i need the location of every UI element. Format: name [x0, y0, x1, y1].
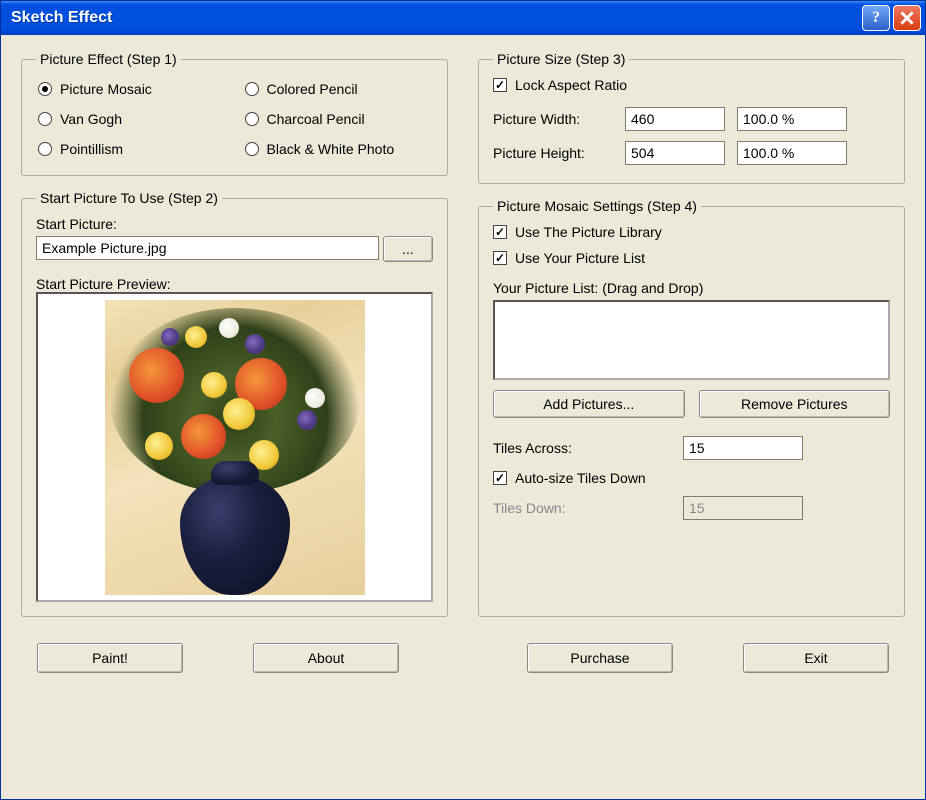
checkbox-icon [493, 471, 507, 485]
preview-box [36, 292, 433, 602]
right-button-group: Purchase Exit [527, 643, 889, 673]
effect-radio-grid: Picture Mosaic Colored Pencil Van Gogh C… [36, 77, 433, 161]
left-column: Picture Effect (Step 1) Picture Mosaic C… [21, 51, 448, 631]
use-library-checkbox[interactable]: Use The Picture Library [493, 224, 890, 240]
auto-size-checkbox[interactable]: Auto-size Tiles Down [493, 470, 890, 486]
radio-colored-pencil[interactable]: Colored Pencil [245, 81, 432, 97]
radio-label: Black & White Photo [267, 141, 395, 157]
radio-label: Charcoal Pencil [267, 111, 365, 127]
lock-aspect-checkbox[interactable]: Lock Aspect Ratio [493, 77, 890, 93]
add-pictures-button[interactable]: Add Pictures... [493, 390, 685, 418]
width-row: Picture Width: [493, 107, 890, 131]
preview-image [105, 300, 365, 595]
tiles-down-input [683, 496, 803, 520]
checkbox-label: Auto-size Tiles Down [515, 470, 646, 486]
height-label: Picture Height: [493, 145, 613, 161]
title-buttons: ? [862, 5, 921, 31]
browse-button[interactable]: ... [383, 236, 433, 262]
close-button[interactable] [893, 5, 921, 31]
purchase-button[interactable]: Purchase [527, 643, 673, 673]
use-your-list-checkbox[interactable]: Use Your Picture List [493, 250, 890, 266]
radio-label: Picture Mosaic [60, 81, 152, 97]
tiles-across-label: Tiles Across: [493, 440, 663, 456]
radio-icon [38, 112, 52, 126]
window-title: Sketch Effect [11, 9, 862, 27]
tiles-across-input[interactable] [683, 436, 803, 460]
remove-pictures-button[interactable]: Remove Pictures [699, 390, 891, 418]
bottom-button-row: Paint! About Purchase Exit [1, 643, 925, 687]
radio-charcoal-pencil[interactable]: Charcoal Pencil [245, 111, 432, 127]
mosaic-settings-group: Picture Mosaic Settings (Step 4) Use The… [478, 198, 905, 617]
checkbox-icon [493, 225, 507, 239]
picture-effect-group: Picture Effect (Step 1) Picture Mosaic C… [21, 51, 448, 176]
radio-picture-mosaic[interactable]: Picture Mosaic [38, 81, 225, 97]
tiles-down-row: Tiles Down: [493, 496, 890, 520]
file-row: ... [36, 236, 433, 262]
about-button[interactable]: About [253, 643, 399, 673]
step4-legend: Picture Mosaic Settings (Step 4) [493, 198, 701, 214]
width-label: Picture Width: [493, 111, 613, 127]
radio-icon [245, 82, 259, 96]
help-button[interactable]: ? [862, 5, 890, 31]
width-input[interactable] [625, 107, 725, 131]
right-column: Picture Size (Step 3) Lock Aspect Ratio … [478, 51, 905, 631]
height-pct-input[interactable] [737, 141, 847, 165]
radio-icon [245, 112, 259, 126]
width-pct-input[interactable] [737, 107, 847, 131]
step2-legend: Start Picture To Use (Step 2) [36, 190, 222, 206]
radio-pointillism[interactable]: Pointillism [38, 141, 225, 157]
checkbox-label: Use The Picture Library [515, 224, 662, 240]
step1-legend: Picture Effect (Step 1) [36, 51, 181, 67]
content-area: Picture Effect (Step 1) Picture Mosaic C… [1, 35, 925, 643]
radio-icon [245, 142, 259, 156]
radio-label: Van Gogh [60, 111, 122, 127]
checkbox-icon [493, 78, 507, 92]
radio-icon [38, 142, 52, 156]
paint-button[interactable]: Paint! [37, 643, 183, 673]
titlebar: Sketch Effect ? [1, 1, 925, 35]
radio-label: Colored Pencil [267, 81, 358, 97]
radio-van-gogh[interactable]: Van Gogh [38, 111, 225, 127]
start-picture-label: Start Picture: [36, 216, 433, 232]
preview-label: Start Picture Preview: [36, 276, 433, 292]
start-picture-input[interactable] [36, 236, 379, 260]
radio-label: Pointillism [60, 141, 123, 157]
checkbox-label: Lock Aspect Ratio [515, 77, 627, 93]
picture-size-group: Picture Size (Step 3) Lock Aspect Ratio … [478, 51, 905, 184]
picture-list[interactable] [493, 300, 890, 380]
tiles-down-label: Tiles Down: [493, 500, 663, 516]
step3-legend: Picture Size (Step 3) [493, 51, 629, 67]
start-picture-group: Start Picture To Use (Step 2) Start Pict… [21, 190, 448, 617]
checkbox-label: Use Your Picture List [515, 250, 645, 266]
height-row: Picture Height: [493, 141, 890, 165]
picture-list-buttons: Add Pictures... Remove Pictures [493, 390, 890, 418]
height-input[interactable] [625, 141, 725, 165]
sketch-effect-window: Sketch Effect ? Picture Effect (Step 1) … [0, 0, 926, 800]
checkbox-icon [493, 251, 507, 265]
radio-bw-photo[interactable]: Black & White Photo [245, 141, 432, 157]
close-icon [900, 11, 914, 25]
left-button-group: Paint! About [37, 643, 399, 673]
radio-icon [38, 82, 52, 96]
tiles-across-row: Tiles Across: [493, 436, 890, 460]
exit-button[interactable]: Exit [743, 643, 889, 673]
your-list-label: Your Picture List: (Drag and Drop) [493, 280, 890, 296]
